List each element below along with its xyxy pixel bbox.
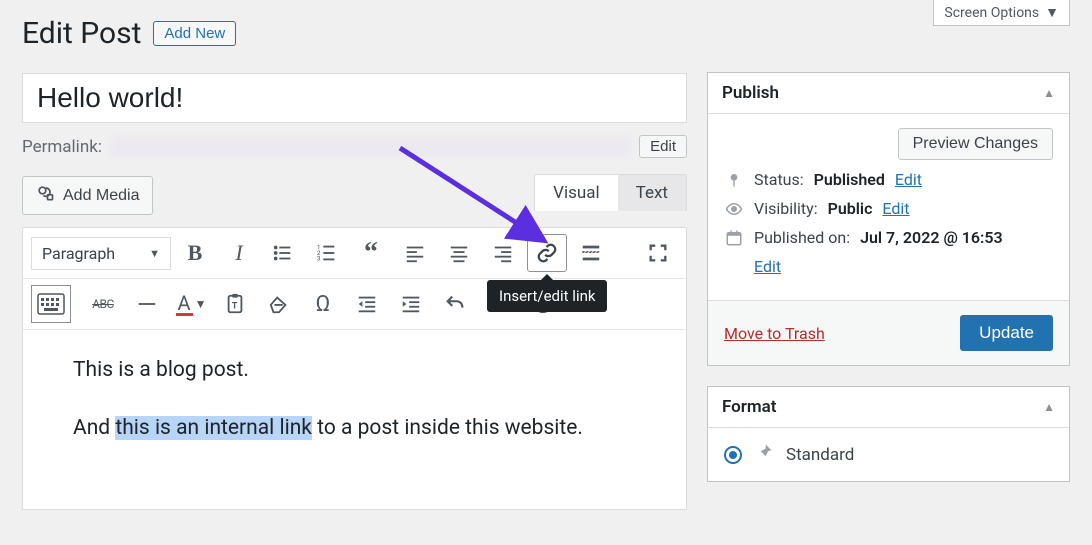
status-label: Status: bbox=[754, 170, 804, 189]
publish-box: Publish ▲ Preview Changes Status: Publis… bbox=[707, 72, 1070, 366]
text-color-icon: A▼ bbox=[176, 293, 207, 316]
eye-icon bbox=[724, 200, 744, 218]
pushpin-icon bbox=[754, 442, 774, 467]
bulleted-list-button[interactable] bbox=[263, 234, 303, 272]
clipboard-icon: T bbox=[224, 293, 246, 315]
undo-icon bbox=[444, 293, 466, 315]
pin-icon bbox=[724, 172, 744, 188]
help-icon: ? bbox=[532, 293, 554, 315]
move-to-trash-link[interactable]: Move to Trash bbox=[724, 324, 825, 343]
horizontal-rule-button[interactable] bbox=[127, 285, 167, 323]
add-media-button[interactable]: Add Media bbox=[22, 176, 153, 215]
fullscreen-icon bbox=[647, 242, 669, 264]
svg-text:T: T bbox=[232, 302, 238, 312]
format-heading: Format bbox=[722, 397, 777, 417]
undo-button[interactable] bbox=[435, 285, 475, 323]
format-radio-standard[interactable] bbox=[724, 446, 742, 464]
numbered-list-button[interactable]: 123 bbox=[307, 234, 347, 272]
text-color-button[interactable]: A▼ bbox=[171, 285, 211, 323]
svg-text:3: 3 bbox=[317, 254, 321, 262]
tab-text[interactable]: Text bbox=[618, 175, 686, 211]
collapse-icon: ▲ bbox=[1043, 86, 1055, 100]
editor-text: to a post inside this website. bbox=[312, 416, 583, 440]
paragraph-select-label: Paragraph bbox=[42, 244, 115, 263]
calendar-icon bbox=[724, 229, 744, 247]
blockquote-button[interactable]: “ bbox=[351, 234, 391, 272]
update-button[interactable]: Update bbox=[960, 315, 1053, 351]
editor-text: And bbox=[73, 416, 115, 440]
redo-icon bbox=[488, 293, 510, 315]
bold-button[interactable]: B bbox=[175, 234, 215, 272]
add-media-label: Add Media bbox=[63, 187, 140, 205]
screen-options-label: Screen Options bbox=[944, 5, 1039, 21]
redo-button[interactable] bbox=[479, 285, 519, 323]
add-new-button[interactable]: Add New bbox=[153, 21, 236, 46]
omega-icon: Ω bbox=[316, 292, 331, 317]
chevron-down-icon: ▼ bbox=[1045, 4, 1059, 21]
visibility-edit-link[interactable]: Edit bbox=[882, 199, 909, 218]
format-box-header[interactable]: Format ▲ bbox=[708, 387, 1069, 428]
bulleted-list-icon bbox=[272, 242, 294, 264]
collapse-icon: ▲ bbox=[1043, 400, 1055, 414]
help-button[interactable]: ? bbox=[523, 285, 563, 323]
publish-heading: Publish bbox=[722, 83, 779, 103]
bold-icon: B bbox=[188, 240, 203, 266]
visibility-value: Public bbox=[828, 199, 873, 218]
preview-changes-button[interactable]: Preview Changes bbox=[898, 128, 1053, 160]
quote-icon: “ bbox=[364, 247, 378, 258]
page-title: Edit Post bbox=[22, 16, 141, 51]
indent-icon bbox=[400, 293, 422, 315]
clear-formatting-button[interactable] bbox=[259, 285, 299, 323]
published-edit-link[interactable]: Edit bbox=[754, 257, 1053, 276]
fullscreen-button[interactable] bbox=[638, 234, 678, 272]
outdent-button[interactable] bbox=[347, 285, 387, 323]
read-more-button[interactable] bbox=[571, 234, 611, 272]
strikethrough-icon: ABC bbox=[92, 297, 114, 311]
outdent-icon bbox=[356, 293, 378, 315]
permalink-edit-button[interactable]: Edit bbox=[639, 135, 687, 158]
screen-options-toggle[interactable]: Screen Options ▼ bbox=[933, 0, 1070, 26]
permalink-label: Permalink: bbox=[22, 137, 102, 157]
italic-icon: I bbox=[235, 240, 242, 266]
indent-button[interactable] bbox=[391, 285, 431, 323]
eraser-icon bbox=[268, 293, 290, 315]
media-icon bbox=[35, 183, 55, 208]
publish-box-header[interactable]: Publish ▲ bbox=[708, 73, 1069, 114]
status-value: Published bbox=[814, 170, 885, 189]
italic-button[interactable]: I bbox=[219, 234, 259, 272]
read-more-icon bbox=[580, 242, 602, 264]
keyboard-icon bbox=[37, 292, 65, 316]
special-character-button[interactable]: Ω bbox=[303, 285, 343, 323]
horizontal-rule-icon bbox=[136, 293, 158, 315]
published-value: Jul 7, 2022 @ 16:53 bbox=[860, 228, 1003, 247]
chevron-down-icon: ▼ bbox=[149, 247, 160, 260]
editor-text: This is a blog post. bbox=[73, 358, 249, 382]
published-label: Published on: bbox=[754, 228, 850, 247]
annotation-arrow bbox=[390, 142, 560, 252]
numbered-list-icon: 123 bbox=[316, 242, 338, 264]
strikethrough-button[interactable]: ABC bbox=[83, 285, 123, 323]
format-box: Format ▲ Standard bbox=[707, 386, 1070, 482]
editor-body[interactable]: This is a blog post. And this is an inte… bbox=[22, 330, 687, 510]
editor-text-selected: this is an internal link bbox=[115, 416, 312, 440]
post-title-input[interactable] bbox=[22, 73, 687, 123]
visibility-label: Visibility: bbox=[754, 199, 818, 218]
paragraph-select[interactable]: Paragraph ▼ bbox=[31, 237, 171, 270]
svg-text:?: ? bbox=[540, 297, 547, 313]
status-edit-link[interactable]: Edit bbox=[895, 170, 922, 189]
format-standard-label: Standard bbox=[786, 445, 854, 465]
paste-text-button[interactable]: T bbox=[215, 285, 255, 323]
kitchen-sink-button[interactable] bbox=[31, 285, 71, 323]
